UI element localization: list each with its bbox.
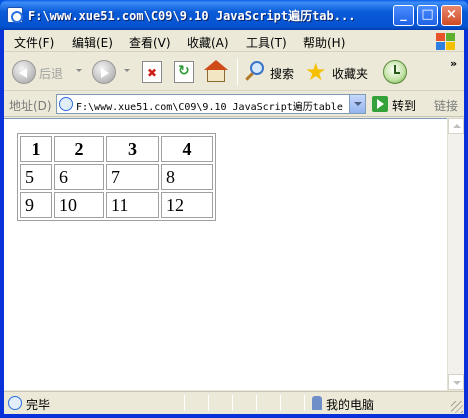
history-icon[interactable] <box>383 60 407 84</box>
resize-grip[interactable] <box>451 401 463 413</box>
table-cell: 6 <box>54 164 104 190</box>
menu-tools[interactable]: 工具(T) <box>246 34 287 51</box>
favorites-star-icon[interactable]: ★ <box>305 58 327 86</box>
table-header-cell: 4 <box>161 136 213 162</box>
page-icon <box>59 97 73 111</box>
my-computer-icon <box>312 396 322 410</box>
forward-arrow-icon[interactable] <box>92 60 116 84</box>
status-divider <box>280 395 281 411</box>
security-zone-label: 我的电脑 <box>326 398 375 412</box>
table-header-cell: 3 <box>106 136 159 162</box>
forward-dropdown-icon[interactable] <box>124 69 130 72</box>
vertical-scrollbar[interactable] <box>447 118 464 390</box>
back-dropdown-icon[interactable] <box>76 69 82 72</box>
address-input[interactable]: F:\www.xue51.com\C09\9.10 JavaScript遍历ta… <box>56 94 366 114</box>
page-done-icon <box>8 396 22 410</box>
menu-bar: 文件(F) 编辑(E) 查看(V) 收藏(A) 工具(T) 帮助(H) <box>4 30 464 52</box>
status-divider <box>184 395 185 411</box>
window-client: 文件(F) 编辑(E) 查看(V) 收藏(A) 工具(T) 帮助(H) 后退 ✖ <box>4 30 464 414</box>
scroll-down-arrow-icon[interactable] <box>448 374 464 390</box>
menu-favorites[interactable]: 收藏(A) <box>187 34 229 51</box>
browser-window: F:\www.xue51.com\C09\9.10 JavaScript遍历ta… <box>0 0 468 418</box>
status-divider <box>208 395 209 411</box>
address-label: 地址(D) <box>9 99 52 113</box>
links-label[interactable]: 链接 <box>434 97 458 114</box>
table-row: 5 6 7 8 <box>20 164 213 190</box>
table-cell: 11 <box>106 192 159 218</box>
back-arrow-icon[interactable] <box>12 60 36 84</box>
search-button-label[interactable]: 搜索 <box>270 65 294 82</box>
stop-icon[interactable]: ✖ <box>142 61 162 83</box>
search-icon[interactable] <box>244 61 266 83</box>
address-value[interactable]: F:\www.xue51.com\C09\9.10 JavaScript遍历ta… <box>76 98 346 113</box>
status-divider <box>256 395 257 411</box>
close-button[interactable]: × <box>441 5 462 26</box>
menu-edit[interactable]: 编辑(E) <box>72 34 113 51</box>
minimize-button[interactable]: _ <box>393 5 414 26</box>
back-button-label[interactable]: 后退 <box>39 65 63 82</box>
table-cell: 7 <box>106 164 159 190</box>
menu-view[interactable]: 查看(V) <box>129 34 171 51</box>
menu-file[interactable]: 文件(F) <box>14 34 54 51</box>
page-content: 1 2 3 4 5 6 7 8 9 10 11 12 <box>4 118 447 390</box>
number-table: 1 2 3 4 5 6 7 8 9 10 11 12 <box>17 133 216 221</box>
status-divider <box>232 395 233 411</box>
scroll-up-arrow-icon[interactable] <box>448 118 464 134</box>
address-dropdown-icon[interactable] <box>349 95 365 113</box>
maximize-button[interactable]: □ <box>417 5 438 26</box>
status-divider <box>304 395 305 411</box>
table-cell: 12 <box>161 192 213 218</box>
table-cell: 8 <box>161 164 213 190</box>
favorites-button-label[interactable]: 收藏夹 <box>332 65 368 82</box>
table-header-row: 1 2 3 4 <box>20 136 213 162</box>
windows-logo-icon <box>434 31 456 51</box>
table-cell: 5 <box>20 164 52 190</box>
toolbar-separator <box>237 59 238 85</box>
refresh-icon[interactable]: ↻ <box>174 61 194 83</box>
table-header-cell: 1 <box>20 136 52 162</box>
table-cell: 10 <box>54 192 104 218</box>
table-row: 9 10 11 12 <box>20 192 213 218</box>
home-icon[interactable] <box>204 60 228 84</box>
ie-page-icon <box>7 7 23 23</box>
menu-help[interactable]: 帮助(H) <box>303 34 345 51</box>
title-bar[interactable]: F:\www.xue51.com\C09\9.10 JavaScript遍历ta… <box>0 0 468 30</box>
standard-toolbar: 后退 ✖ ↻ 搜索 ★ 收藏夹 » <box>4 53 464 91</box>
status-text: 完毕 <box>26 398 51 412</box>
go-button-label[interactable]: 转到 <box>392 97 416 114</box>
status-bar: 完毕 我的电脑 <box>4 391 464 414</box>
table-header-cell: 2 <box>54 136 104 162</box>
toolbar-overflow-chevron-icon[interactable]: » <box>450 57 457 70</box>
go-arrow-icon[interactable] <box>372 96 388 112</box>
address-bar: 地址(D) F:\www.xue51.com\C09\9.10 JavaScri… <box>4 92 464 117</box>
window-title: F:\www.xue51.com\C09\9.10 JavaScript遍历ta… <box>28 9 356 23</box>
table-cell: 9 <box>20 192 52 218</box>
